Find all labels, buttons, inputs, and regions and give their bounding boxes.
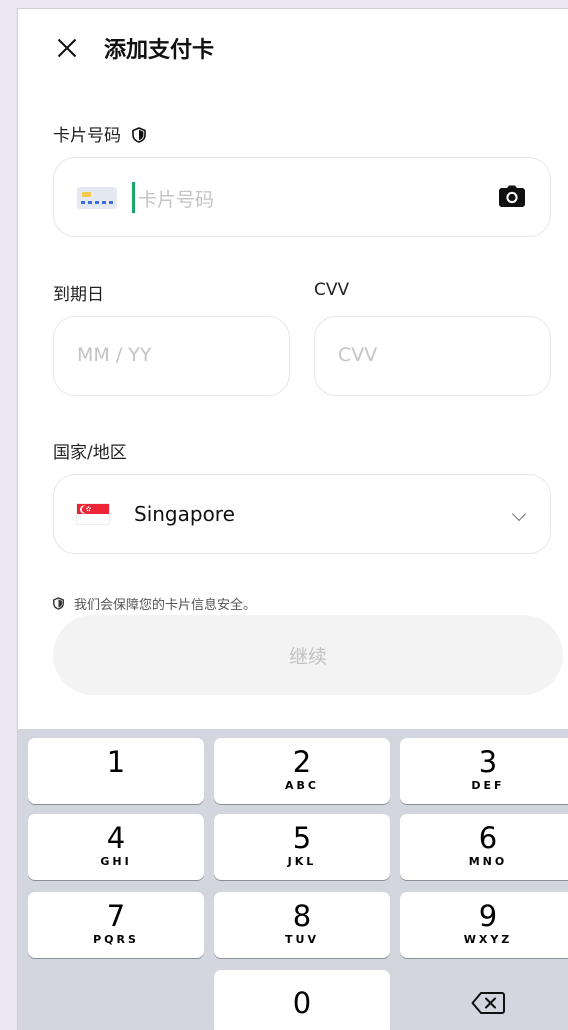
cvv-placeholder: CVV: [338, 344, 378, 366]
country-label: 国家/地区: [53, 443, 127, 463]
key-6[interactable]: 6 MNO: [400, 814, 568, 880]
shield-icon: [132, 127, 147, 143]
card-number-field[interactable]: 卡片号码: [53, 157, 551, 237]
card-number-label: 卡片号码: [53, 121, 147, 146]
chevron-down-icon: [511, 506, 527, 522]
page-title: 添加支付卡: [104, 38, 215, 63]
key-7[interactable]: 7 PQRS: [28, 892, 204, 958]
camera-icon[interactable]: [499, 185, 525, 207]
key-2[interactable]: 2 ABC: [214, 738, 390, 804]
key-9[interactable]: 9 WXYZ: [400, 892, 568, 958]
credit-card-icon: [77, 187, 117, 209]
close-icon[interactable]: [54, 35, 80, 61]
key-4[interactable]: 4 GHI: [28, 814, 204, 880]
country-value: Singapore: [134, 502, 235, 526]
expiry-placeholder: MM / YY: [77, 344, 152, 366]
numeric-keyboard: 1 2 ABC 3 DEF 4 GHI 5 JKL 6 MNO 7 PQRS 8: [18, 729, 568, 1030]
shield-icon: [53, 597, 64, 610]
card-number-placeholder: 卡片号码: [138, 189, 215, 211]
text-cursor: [132, 182, 135, 213]
key-5[interactable]: 5 JKL: [214, 814, 390, 880]
key-3[interactable]: 3 DEF: [400, 738, 568, 804]
backspace-icon: [471, 992, 505, 1014]
expiry-label: 到期日: [53, 285, 104, 305]
key-0[interactable]: 0: [214, 970, 390, 1030]
key-1[interactable]: 1: [28, 738, 204, 804]
country-select[interactable]: Singapore: [53, 474, 551, 554]
continue-button[interactable]: 继续: [53, 615, 563, 695]
header: 添加支付卡: [54, 33, 214, 63]
cvv-label: CVV: [314, 280, 350, 300]
delete-key[interactable]: [400, 970, 568, 1030]
singapore-flag-icon: [76, 503, 110, 525]
add-card-screen: 添加支付卡 卡片号码 卡片号码 到期日 CVV MM / YY CVV 国家/地…: [17, 8, 568, 1030]
security-note: 我们会保障您的卡片信息安全。: [53, 594, 256, 613]
cvv-field[interactable]: CVV: [314, 316, 551, 396]
key-8[interactable]: 8 TUV: [214, 892, 390, 958]
expiry-field[interactable]: MM / YY: [53, 316, 290, 396]
